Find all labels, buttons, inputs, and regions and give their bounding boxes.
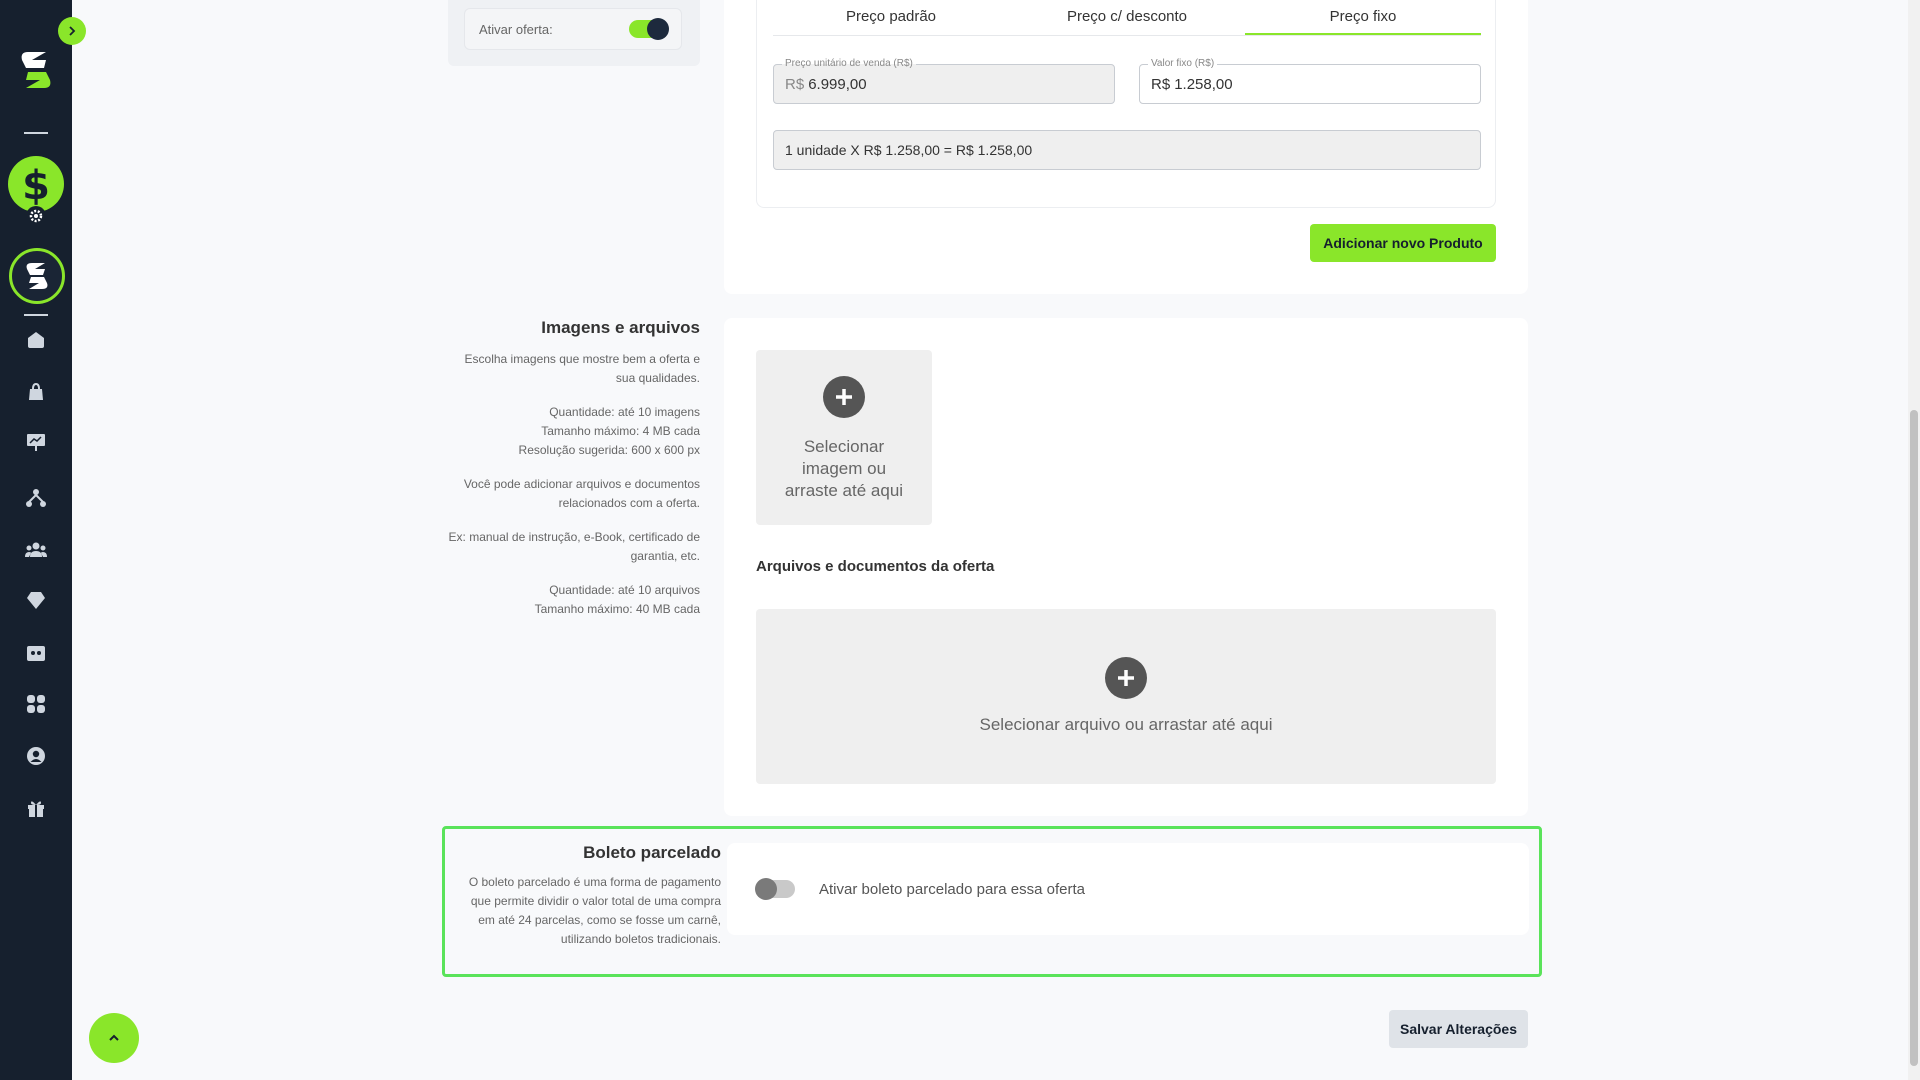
pricing-panel: Preço padrão Preço c/ desconto Preço fix… xyxy=(756,0,1496,208)
files-section-label: Arquivos e documentos da oferta xyxy=(756,558,995,575)
wallet-icon[interactable] xyxy=(24,641,48,665)
file-dropzone-label: Selecionar arquivo ou arrastar até aqui xyxy=(979,715,1273,734)
scroll-to-top-button[interactable] xyxy=(89,1013,139,1063)
tab-discount-price[interactable]: Preço c/ desconto xyxy=(1009,0,1245,35)
profile-logo-icon[interactable] xyxy=(9,248,65,304)
sidebar-divider xyxy=(24,314,48,316)
boleto-card: Ativar boleto parcelado para essa oferta xyxy=(727,843,1529,935)
files-desc-paragraph: Você pode adicionar arquivos e documento… xyxy=(463,477,700,510)
files-limits-paragraph: Quantidade: até 10 arquivos Tamanho máxi… xyxy=(534,583,700,616)
chevron-right-icon xyxy=(69,26,76,36)
images-files-card: Selecionar imagem ou arraste até aqui Ar… xyxy=(724,318,1528,816)
diamond-icon[interactable] xyxy=(24,588,48,612)
sidebar-divider xyxy=(24,132,48,134)
pricing-tabs: Preço padrão Preço c/ desconto Preço fix… xyxy=(773,0,1481,36)
file-dropzone[interactable]: Selecionar arquivo ou arrastar até aqui xyxy=(756,609,1496,784)
add-product-button[interactable]: Adicionar novo Produto xyxy=(1310,224,1496,262)
sidebar: $ xyxy=(0,0,72,1080)
network-icon[interactable] xyxy=(24,486,48,510)
scrollbar-thumb[interactable] xyxy=(1910,410,1918,1066)
shopping-bag-icon[interactable] xyxy=(24,380,48,404)
files-examples-paragraph: Ex: manual de instrução, e-Book, certifi… xyxy=(448,530,700,563)
unit-price-value: 6.999,00 xyxy=(808,75,867,93)
fixed-value-field[interactable]: Valor fixo (R$) R$ 1.258,00 xyxy=(1139,57,1481,104)
boleto-highlight-box: Boleto parcelado O boleto parcelado é um… xyxy=(442,826,1542,977)
price-summary: 1 unidade X R$ 1.258,00 = R$ 1.258,00 xyxy=(773,130,1481,170)
boleto-title: Boleto parcelado xyxy=(583,843,721,862)
save-changes-button[interactable]: Salvar Alterações xyxy=(1389,1010,1528,1048)
tab-standard-price[interactable]: Preço padrão xyxy=(773,0,1009,35)
gear-icon[interactable] xyxy=(26,206,46,226)
offer-toggle[interactable] xyxy=(629,18,669,40)
svg-text:$: $ xyxy=(22,163,50,205)
dollar-icon[interactable]: $ xyxy=(8,156,64,212)
images-desc-paragraph: Escolha imagens que mostre bem a oferta … xyxy=(464,352,700,385)
images-description: Imagens e arquivos Escolha imagens que m… xyxy=(448,318,700,634)
image-dropzone[interactable]: Selecionar imagem ou arraste até aqui xyxy=(756,350,932,525)
plus-icon xyxy=(823,376,865,418)
brand-logo-icon[interactable] xyxy=(16,48,56,92)
fixed-value-prefix: R$ xyxy=(1151,75,1171,93)
images-section-title: Imagens e arquivos xyxy=(541,318,700,337)
pricing-card: Preço padrão Preço c/ desconto Preço fix… xyxy=(724,0,1528,294)
presentation-chart-icon[interactable] xyxy=(24,430,48,454)
image-dropzone-label: Selecionar imagem ou arraste até aqui xyxy=(784,437,904,500)
offer-toggle-row: Ativar oferta: xyxy=(464,8,682,50)
home-icon[interactable] xyxy=(24,328,48,352)
plus-icon xyxy=(1105,657,1147,699)
sidebar-expand-button[interactable] xyxy=(58,17,86,45)
scrollbar-track[interactable] xyxy=(1908,0,1920,1080)
images-limits-paragraph: Quantidade: até 10 imagens Tamanho máxim… xyxy=(518,405,700,457)
boleto-description: Boleto parcelado O boleto parcelado é um… xyxy=(463,843,721,949)
boleto-toggle-label: Ativar boleto parcelado para essa oferta xyxy=(819,880,1085,898)
offer-toggle-label: Ativar oferta: xyxy=(479,21,553,37)
users-icon[interactable] xyxy=(24,538,48,562)
boleto-toggle[interactable] xyxy=(755,878,795,900)
unit-price-legend: Preço unitário de venda (R$) xyxy=(782,57,916,71)
unit-price-prefix: R$ xyxy=(785,75,805,93)
user-circle-icon[interactable] xyxy=(24,744,48,768)
chevron-up-icon xyxy=(109,1034,119,1041)
offer-settings-card: Ativar oferta: xyxy=(448,0,700,66)
boleto-text: O boleto parcelado é uma forma de pagame… xyxy=(468,875,721,946)
tab-fixed-price[interactable]: Preço fixo xyxy=(1245,0,1481,35)
images-section-text: Escolha imagens que mostre bem a oferta … xyxy=(448,350,700,619)
gift-icon[interactable] xyxy=(24,796,48,820)
fixed-value-input[interactable]: 1.258,00 xyxy=(1174,76,1232,93)
apps-grid-icon[interactable] xyxy=(24,692,48,716)
fixed-value-legend: Valor fixo (R$) xyxy=(1148,57,1218,71)
unit-price-field: Preço unitário de venda (R$) R$ 6.999,00 xyxy=(773,57,1115,104)
